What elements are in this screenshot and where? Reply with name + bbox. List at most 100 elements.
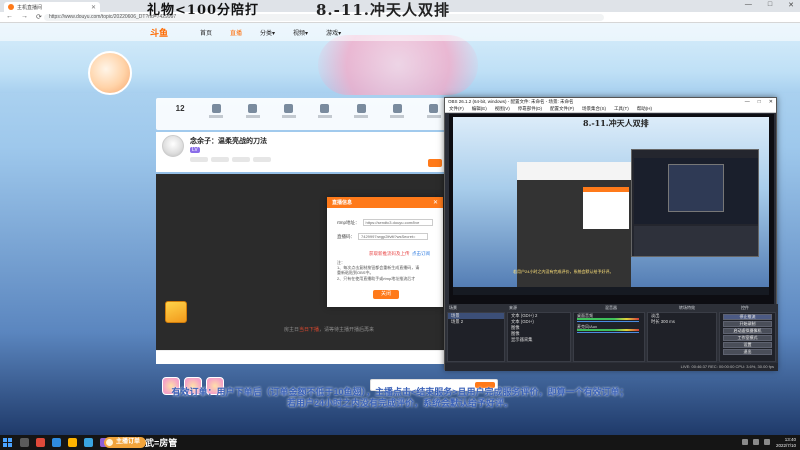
app-icon[interactable] [36, 438, 45, 447]
refresh-code-link[interactable]: 获取新推流码及上传 [369, 251, 410, 257]
site-nav: 斗鱼 首页 直播 分类▾ 视频▾ 游戏▾ [0, 23, 800, 41]
preview-overlay-text: 8.-11.冲天人双排 [583, 118, 649, 128]
obs-menu-tools[interactable]: 工具(T) [614, 106, 629, 112]
folder-icon[interactable] [68, 438, 77, 447]
preview-capture: 8.-11.冲天人双排 若用户24小时之内没有完成评价，系统会默认给予好评。 [453, 117, 769, 295]
tool-item[interactable] [426, 104, 442, 124]
shop-icon [392, 104, 402, 113]
volume-icon[interactable] [753, 439, 759, 445]
edge-icon[interactable] [52, 438, 61, 447]
app-icon[interactable] [84, 438, 93, 447]
site-logo[interactable]: 斗鱼 [150, 26, 168, 39]
browser-tab[interactable]: 主机直播间 ✕ [4, 2, 100, 12]
nav-video[interactable]: 视频▾ [293, 28, 308, 37]
forward-button[interactable]: → [21, 13, 28, 21]
tool-item[interactable] [317, 104, 333, 124]
back-button[interactable]: ← [6, 13, 13, 21]
system-tray [742, 439, 770, 445]
order-rules-subtitle: 有效订单：用户下单后（订单金额不低于10鱼翅），主播点击<结束服务>且用户完成服… [0, 387, 800, 409]
douyu-favicon-icon [8, 4, 14, 10]
settings-button[interactable]: 设置 [723, 342, 772, 348]
mixer-channel: 麦克风/Aux [574, 324, 644, 335]
obs-menu-view[interactable]: 视图(V) [495, 106, 510, 112]
site-nav-items: 首页 直播 分类▾ 视频▾ 游戏▾ [200, 28, 341, 37]
dock-labels: 场景 来源 混音器 转场特效 控件 [445, 304, 778, 311]
mixer-dock-label: 混音器 [605, 305, 617, 310]
subtitle-line-2: 若用户24小时之内没有完成评价，系统会默认给予好评。 [286, 398, 513, 408]
obs-menu-file[interactable]: 文件(F) [449, 106, 464, 112]
nav-game[interactable]: 游戏▾ [326, 28, 341, 37]
nav-home[interactable]: 首页 [200, 28, 212, 37]
follow-button[interactable] [428, 159, 442, 167]
obs-menu-profile[interactable]: 配置文件(P) [550, 106, 574, 112]
obs-close-button[interactable]: ✕ [769, 99, 773, 105]
dialog-close-icon[interactable]: ✕ [433, 199, 438, 206]
nav-live[interactable]: 直播 [230, 28, 242, 37]
dialog-title: 直播信息 [332, 200, 353, 206]
room-manager-label: 武=房管 [145, 438, 178, 449]
virtual-camera-button[interactable]: 启动虚拟摄像机 [723, 328, 772, 334]
level-badge: LV [190, 147, 200, 153]
rank-icon [320, 104, 330, 113]
exit-button[interactable]: 退出 [723, 349, 772, 355]
maximize-button[interactable]: □ [768, 1, 772, 9]
obs-minimize-button[interactable]: — [745, 99, 750, 105]
controls-dock: 停止推流 开始录制 启动虚拟摄像机 工作室模式 设置 退出 [719, 312, 776, 362]
dialog-header: 直播信息 ✕ [327, 197, 443, 208]
obs-window-controls: — □ ✕ [745, 99, 773, 105]
obs-menu-help[interactable]: 帮助(H) [637, 106, 652, 112]
volume-meter [577, 318, 639, 320]
search-icon[interactable] [20, 438, 29, 447]
start-menu-icon[interactable] [3, 438, 12, 447]
start-recording-button[interactable]: 开始录制 [723, 321, 772, 327]
streamer-avatar[interactable] [162, 135, 184, 157]
obs-titlebar: OBS 26.1.2 (64-bit, windows) - 配置文件: 未命名… [445, 98, 776, 106]
offline-hint-highlight[interactable]: 当日下播 [299, 327, 319, 333]
reload-button[interactable]: ⟳ [36, 13, 42, 21]
order-pill[interactable]: 主播订单 [104, 437, 147, 448]
dialog-confirm-button[interactable]: 关闭 [373, 290, 399, 299]
nav-category[interactable]: 分类▾ [260, 28, 275, 37]
room-tags [190, 157, 271, 162]
rtmp-field[interactable]: https://sendtc3.douyu.com/live [362, 219, 433, 226]
tool-item[interactable] [353, 104, 369, 124]
studio-mode-button[interactable]: 工作室模式 [723, 335, 772, 341]
volume-slider[interactable] [577, 332, 639, 333]
source-item[interactable]: 显示器采集 [508, 337, 570, 343]
network-icon[interactable] [742, 439, 748, 445]
window-controls: — □ ✕ [745, 1, 794, 9]
gift-icon [211, 104, 221, 113]
obs-menu-scene-collection[interactable]: 场景集合(S) [582, 106, 606, 112]
scene-item[interactable]: 场景 2 [448, 319, 504, 325]
room-title: 念余子：温柔亮战的刀法 [190, 138, 267, 145]
rtmp-label: rtmp地址： [337, 219, 360, 225]
volume-slider[interactable] [577, 321, 639, 322]
obs-menu-bar: 文件(F) 编辑(E) 视图(V) 停靠部件(D) 配置文件(P) 场景集合(S… [445, 106, 776, 113]
activity-thumbnail[interactable] [165, 301, 187, 323]
preview-taskbar [453, 287, 769, 295]
obs-menu-edit[interactable]: 编辑(E) [472, 106, 487, 112]
obs-preview[interactable]: 8.-11.冲天人双排 若用户24小时之内没有完成评价，系统会默认给予好评。 [449, 114, 774, 304]
room-meta: LV [190, 147, 200, 153]
tool-item[interactable] [281, 104, 297, 124]
taskbar-clock[interactable]: 13:40 2022/7/10 [770, 437, 796, 448]
close-window-button[interactable]: ✕ [788, 1, 794, 9]
minimize-button[interactable]: — [745, 1, 752, 9]
overlay-price-text: 礼物<100分陪打 [147, 3, 260, 18]
preview-obs-window [631, 149, 759, 257]
stream-code-field[interactable]: 7429997rwgp2lfvltl?wsSecret= [358, 233, 428, 240]
tab-close-icon[interactable]: ✕ [91, 4, 96, 11]
transition-duration[interactable]: 300 ms [661, 319, 675, 324]
sources-dock: 文本 (GDI+) 2 文本 (GDI+) 图像 图像 显示器采集 [507, 312, 571, 362]
subscribe-link[interactable]: 点击订阅 [412, 251, 430, 257]
windows-taskbar: 主播订单 武=房管 13:40 2022/7/10 [0, 435, 800, 450]
obs-menu-docks[interactable]: 停靠部件(D) [518, 106, 542, 112]
subtitle-line-1: 有效订单：用户下单后（订单金额不低于10鱼翅），主播点击<结束服务>且用户完成服… [171, 387, 629, 397]
douyu-page: 斗鱼 首页 直播 分类▾ 视频▾ 游戏▾ 12 念余子：温柔亮战的刀法 LV 房… [0, 23, 800, 435]
obs-maximize-button[interactable]: □ [758, 99, 761, 105]
preview-dialog [583, 187, 629, 229]
tool-item[interactable] [389, 104, 405, 124]
tool-item[interactable] [208, 104, 224, 124]
tool-item[interactable] [245, 104, 261, 124]
stop-streaming-button[interactable]: 停止推流 [723, 314, 772, 320]
